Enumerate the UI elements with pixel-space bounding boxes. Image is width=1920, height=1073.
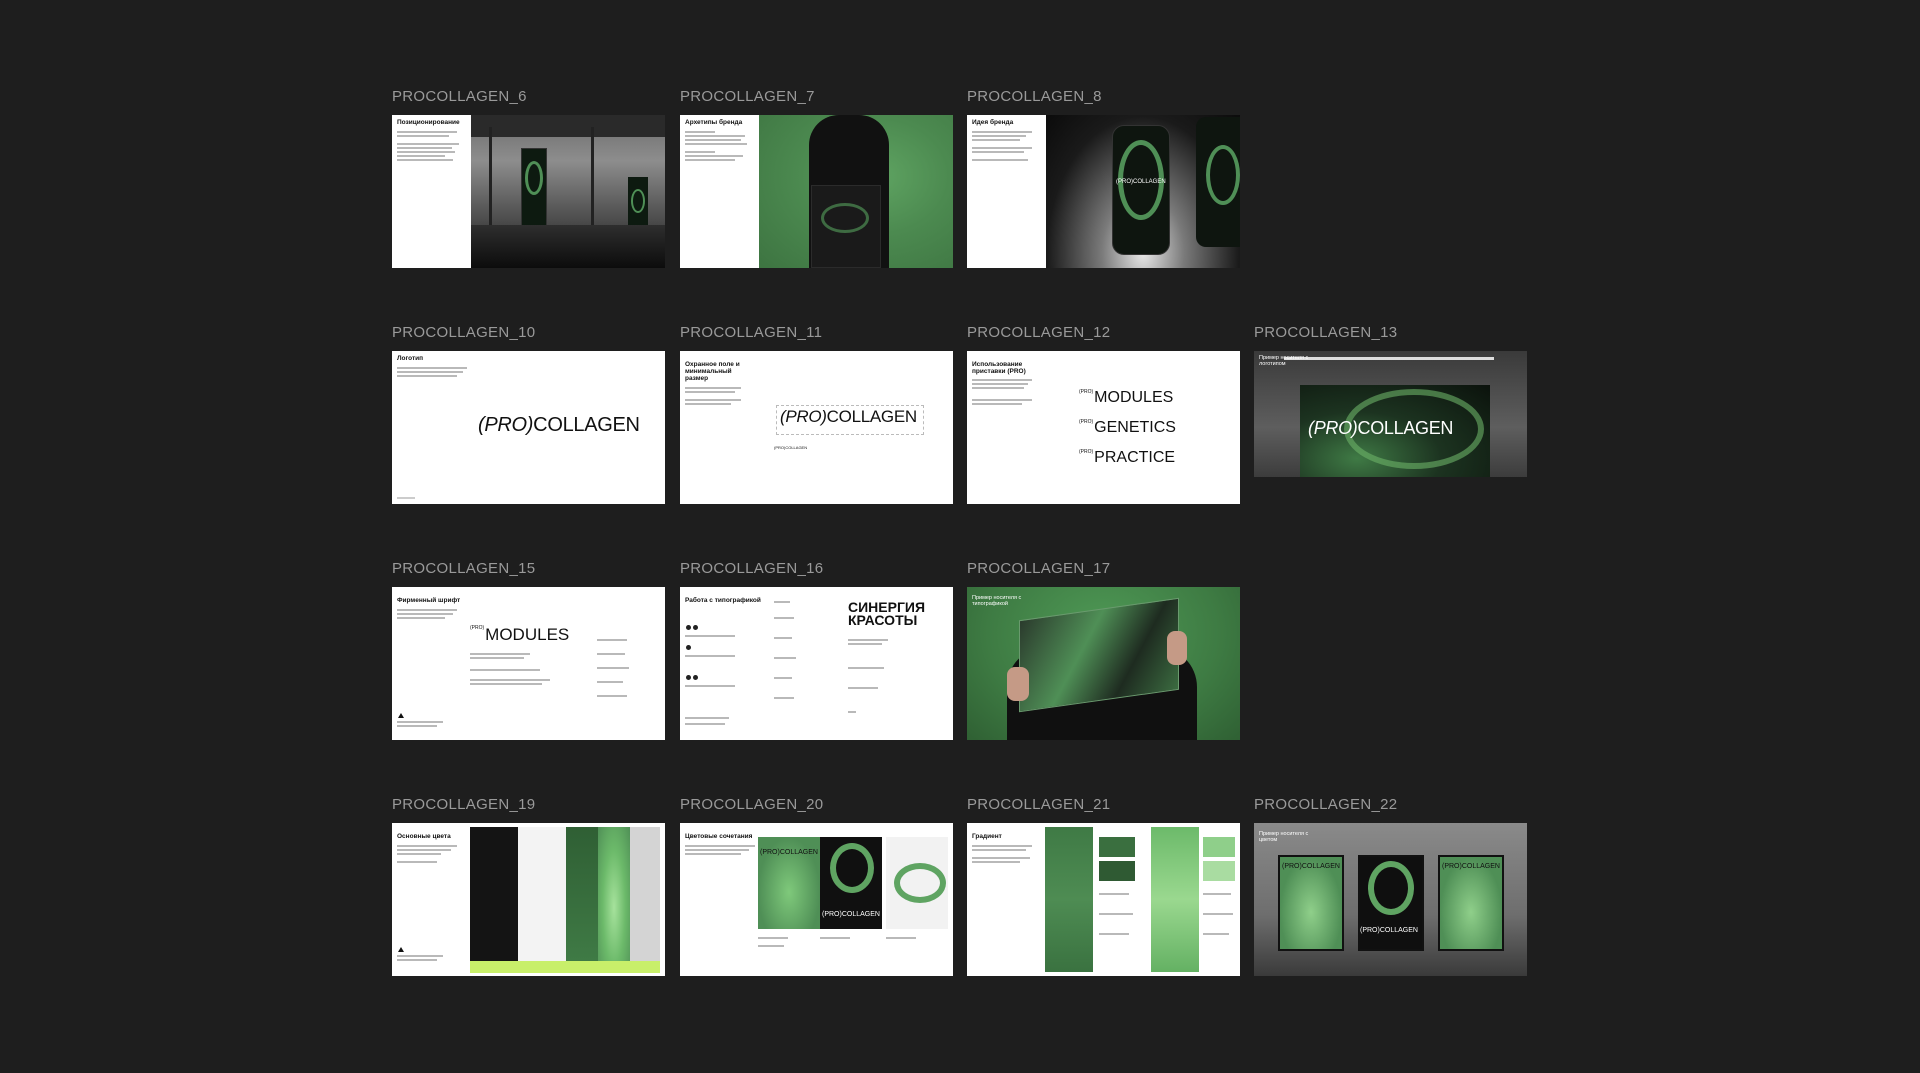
slide-title: Работа с типографикой	[685, 597, 761, 604]
frame-procollagen-13[interactable]: PROCOLLAGEN_13 Пример носителя с логотип…	[1254, 324, 1527, 504]
logo-minimum-size: (PRO)COLLAGEN	[774, 445, 808, 450]
poster-brand: (PRO)COLLAGEN	[1282, 863, 1340, 870]
procollagen-logo: (PRO)COLLAGEN	[1308, 418, 1454, 438]
poster-brand: (PRO)COLLAGEN	[1442, 863, 1500, 870]
slide-title: Использование приставки (PRO)	[972, 361, 1026, 376]
swatch-white	[518, 827, 566, 961]
slide-title: Градиент	[972, 833, 1002, 840]
swatch-grey	[630, 827, 660, 961]
frame-label[interactable]: PROCOLLAGEN_8	[967, 88, 1102, 105]
frame-procollagen-17[interactable]: PROCOLLAGEN_17 Пример носителя с типогра…	[967, 560, 1240, 740]
text-panel: Идея бренда	[967, 115, 1046, 268]
pro-word-practice: (PRO)PRACTICE	[1079, 449, 1176, 466]
gradient-light-bar	[1151, 827, 1199, 972]
thumbnail[interactable]: Градиент	[967, 823, 1240, 976]
slide-title: Архетипы бренда	[685, 119, 743, 126]
slide-title: Пример носителя с типографикой	[972, 595, 1022, 608]
frame-procollagen-21[interactable]: PROCOLLAGEN_21 Градиент	[967, 796, 1240, 976]
frame-procollagen-15[interactable]: PROCOLLAGEN_15 Фирменный шрифт (PRO)MODU…	[392, 560, 665, 740]
gradient-dark-bar	[1045, 827, 1093, 972]
thumbnail[interactable]: Использование приставки (PRO) (PRO)MODUL…	[967, 351, 1240, 504]
frame-procollagen-11[interactable]: PROCOLLAGEN_11 Охранное поле и минимальн…	[680, 324, 953, 504]
frame-label[interactable]: PROCOLLAGEN_7	[680, 88, 815, 105]
slide-title: Цветовые сочетания	[685, 833, 753, 840]
thumbnail[interactable]: Пример носителя с логотипом (PRO)COLLAGE…	[1254, 351, 1527, 504]
poster-brand: (PRO)COLLAGEN	[1360, 927, 1418, 934]
frame-label[interactable]: PROCOLLAGEN_13	[1254, 324, 1397, 341]
frame-label[interactable]: PROCOLLAGEN_11	[680, 324, 822, 341]
thumbnail[interactable]: Пример носителя с типографикой	[967, 587, 1240, 740]
frame-procollagen-22[interactable]: PROCOLLAGEN_22 Пример носителя с цветом …	[1254, 796, 1527, 976]
font-specimen-modules: (PRO)MODULES	[470, 625, 570, 644]
swatch-dark-2	[1099, 861, 1135, 881]
frame-procollagen-7[interactable]: PROCOLLAGEN_7 Архетипы бренда	[680, 88, 953, 268]
slide-title: Основные цвета	[397, 833, 451, 840]
poster-brand: (PRO)COLLAGEN	[822, 911, 880, 918]
thumbnail[interactable]: Идея бренда (PRO)COLLAGEN	[967, 115, 1240, 268]
frame-procollagen-10[interactable]: PROCOLLAGEN_10 Логотип (PRO)COLLAGEN	[392, 324, 665, 504]
procollagen-logo: (PRO)COLLAGEN	[478, 414, 640, 436]
thumbnail[interactable]: Работа с типографикой СИНЕРГИЯ КРАСОТЫ	[680, 587, 953, 740]
swatch-lime	[470, 961, 660, 973]
photo-billboards: (PRO)COLLAGEN	[1046, 115, 1240, 268]
thumbnail[interactable]: Позиционирование	[392, 115, 665, 268]
slide-title: Пример носителя с цветом	[1259, 831, 1309, 844]
billboard-brand: (PRO)COLLAGEN	[1116, 179, 1166, 185]
frame-label[interactable]: PROCOLLAGEN_16	[680, 560, 823, 577]
slide-title: Позиционирование	[397, 119, 460, 126]
thumbnail[interactable]: Логотип (PRO)COLLAGEN	[392, 351, 665, 504]
frame-procollagen-6[interactable]: PROCOLLAGEN_6 Позиционирование	[392, 88, 665, 268]
frame-procollagen-20[interactable]: PROCOLLAGEN_20 Цветовые сочетания (PRO)C…	[680, 796, 953, 976]
photo-person-tote-bag	[759, 115, 953, 268]
slide-title: Охранное поле и минимальный размер	[685, 361, 740, 383]
frame-label[interactable]: PROCOLLAGEN_15	[392, 560, 535, 577]
frame-procollagen-16[interactable]: PROCOLLAGEN_16 Работа с типографикой СИН…	[680, 560, 953, 740]
swatch-dark-1	[1099, 837, 1135, 857]
thumbnail[interactable]: Охранное поле и минимальный размер (PRO)…	[680, 351, 953, 504]
swatch-black	[470, 827, 518, 961]
frame-label[interactable]: PROCOLLAGEN_22	[1254, 796, 1397, 813]
frame-label[interactable]: PROCOLLAGEN_12	[967, 324, 1110, 341]
frame-procollagen-19[interactable]: PROCOLLAGEN_19 Основные цвета	[392, 796, 665, 976]
thumbnail[interactable]: Цветовые сочетания (PRO)COLLAGEN (PRO)CO…	[680, 823, 953, 976]
poster-brand: (PRO)COLLAGEN	[760, 849, 818, 856]
pro-word-genetics: (PRO)GENETICS	[1079, 419, 1176, 436]
thumbnail[interactable]: Пример носителя с цветом (PRO)COLLAGEN (…	[1254, 823, 1527, 976]
frame-label[interactable]: PROCOLLAGEN_20	[680, 796, 823, 813]
swatch-green-gradient	[598, 827, 630, 961]
slide-title: Логотип	[397, 355, 424, 362]
frame-label[interactable]: PROCOLLAGEN_21	[967, 796, 1110, 813]
swatch-light-2	[1203, 861, 1235, 881]
slide-title: Пример носителя с логотипом	[1259, 355, 1309, 368]
frame-procollagen-8[interactable]: PROCOLLAGEN_8 Идея бренда (PRO)COLLAGEN	[967, 88, 1240, 268]
slide-title: Фирменный шрифт	[397, 597, 461, 604]
frame-label[interactable]: PROCOLLAGEN_17	[967, 560, 1110, 577]
frame-label[interactable]: PROCOLLAGEN_10	[392, 324, 535, 341]
text-panel: Архетипы бренда	[680, 115, 759, 268]
pro-word-modules: (PRO)MODULES	[1079, 389, 1174, 406]
thumbnail[interactable]: Основные цвета	[392, 823, 665, 976]
slide-title: Идея бренда	[972, 119, 1014, 126]
swatch-dark-green	[566, 827, 598, 961]
photo-billboard-street	[471, 115, 665, 268]
swatch-light-1	[1203, 837, 1235, 857]
procollagen-logo: (PRO)COLLAGEN	[780, 407, 917, 426]
frame-label[interactable]: PROCOLLAGEN_6	[392, 88, 527, 105]
thumbnail[interactable]: Архетипы бренда	[680, 115, 953, 268]
text-panel: Позиционирование	[392, 115, 471, 268]
typography-headline: СИНЕРГИЯ КРАСОТЫ	[848, 599, 926, 628]
frame-label[interactable]: PROCOLLAGEN_19	[392, 796, 535, 813]
frame-procollagen-12[interactable]: PROCOLLAGEN_12 Использование приставки (…	[967, 324, 1240, 504]
thumbnail[interactable]: Фирменный шрифт (PRO)MODULES	[392, 587, 665, 740]
